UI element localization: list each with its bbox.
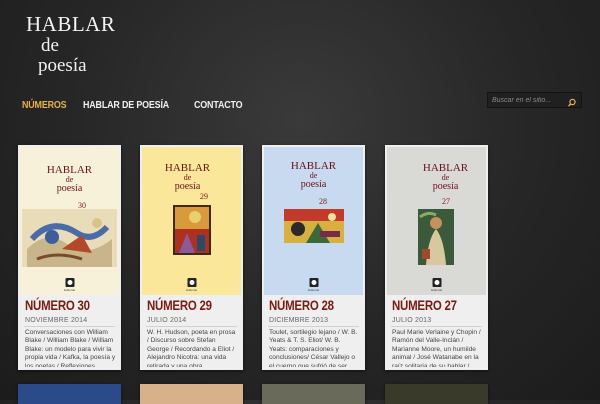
issue-title[interactable]: NÚMERO 28 (269, 297, 334, 313)
nav-item-hablar-de-poesia[interactable]: HABLAR DE POESÍA (83, 99, 169, 111)
issue-contents: Paul Marie Verlaine y Chopin / Ramón del… (392, 329, 481, 367)
issue-date: JULIO 2014 (147, 317, 187, 324)
logo-line-2: de (41, 35, 59, 56)
issue-date: JULIO 2013 (392, 317, 432, 324)
divider (391, 326, 482, 327)
search-icon (567, 98, 576, 107)
divider (268, 326, 359, 327)
publisher-name: Editorial (308, 288, 319, 292)
publisher-logo-icon (187, 278, 196, 287)
cover-title: HABLAR de poesía (422, 162, 469, 192)
cover-image-28[interactable]: HABLAR de poesía 28 Editorial (264, 147, 363, 295)
site-logo[interactable]: HABLAR de poesía (26, 12, 116, 76)
issue-card-next-3[interactable] (262, 384, 365, 404)
cover-title: HABLAR de poesía (164, 162, 211, 192)
publisher-logo-icon (65, 278, 74, 287)
divider (24, 326, 115, 327)
cover-title: HABLAR de poesía (290, 160, 337, 190)
publisher-name: Editorial (186, 288, 197, 292)
nav-item-numeros[interactable]: NÚMEROS (22, 99, 67, 111)
issue-title[interactable]: NÚMERO 30 (25, 297, 90, 313)
publisher-name: Editorial (64, 288, 75, 292)
publisher-name: Editorial (431, 288, 442, 292)
cover-artwork (173, 205, 211, 255)
search-input[interactable] (492, 94, 562, 106)
cover-image-30[interactable]: HABLAR de poesía 30 Editorial (20, 147, 119, 295)
logo-line-3: poesía (38, 55, 87, 76)
cover-number: 27 (442, 197, 450, 206)
cover-number: 28 (319, 197, 327, 206)
issue-card-27[interactable]: HABLAR de poesía 27 Editorial NÚMERO 27 JU… (385, 145, 488, 370)
issue-contents: Conversaciones con William Blake / Willi… (25, 329, 116, 367)
issue-title[interactable]: NÚMERO 27 (392, 297, 457, 313)
search-button[interactable] (567, 95, 577, 107)
cover-artwork (284, 209, 344, 243)
nav-item-contacto[interactable]: CONTACTO (194, 99, 243, 111)
search-box (487, 92, 582, 108)
issue-card-30[interactable]: HABLAR de poesía 30 Editorial NÚMERO 30 NO… (18, 145, 121, 370)
issue-card-next-4[interactable] (385, 384, 488, 404)
issue-title[interactable]: NÚMERO 29 (147, 297, 212, 313)
issue-date: NOVIEMBRE 2014 (25, 317, 88, 324)
cover-number: 29 (200, 192, 208, 201)
cover-image-27[interactable]: HABLAR de poesía 27 Editorial (387, 147, 486, 295)
publisher-logo-icon (309, 278, 318, 287)
publisher-logo-icon (432, 278, 441, 287)
cover-artwork (22, 209, 117, 267)
divider (146, 326, 237, 327)
main-nav: NÚMEROS HABLAR DE POESÍA CONTACTO (22, 99, 250, 111)
cover-artwork (418, 209, 454, 265)
logo-line-1: HABLAR (26, 12, 116, 36)
cover-image-29[interactable]: HABLAR de poesía 29 Editorial (142, 147, 241, 295)
cover-title: HABLAR de poesía (46, 164, 93, 194)
issue-card-next-2[interactable] (140, 384, 243, 404)
issue-card-next-1[interactable] (18, 384, 121, 404)
issue-contents: Toulet, sortilegio lejano / W. B. Yeats … (269, 329, 358, 367)
issue-date: DICIEMBRE 2013 (269, 317, 329, 324)
issue-card-29[interactable]: HABLAR de poesía 29 Editorial NÚMERO 29 JU… (140, 145, 243, 370)
issue-card-28[interactable]: HABLAR de poesía 28 Editorial NÚMERO 28 DI… (262, 145, 365, 370)
issue-contents: W. H. Hudson, poeta en prosa / Discurso … (147, 329, 236, 367)
